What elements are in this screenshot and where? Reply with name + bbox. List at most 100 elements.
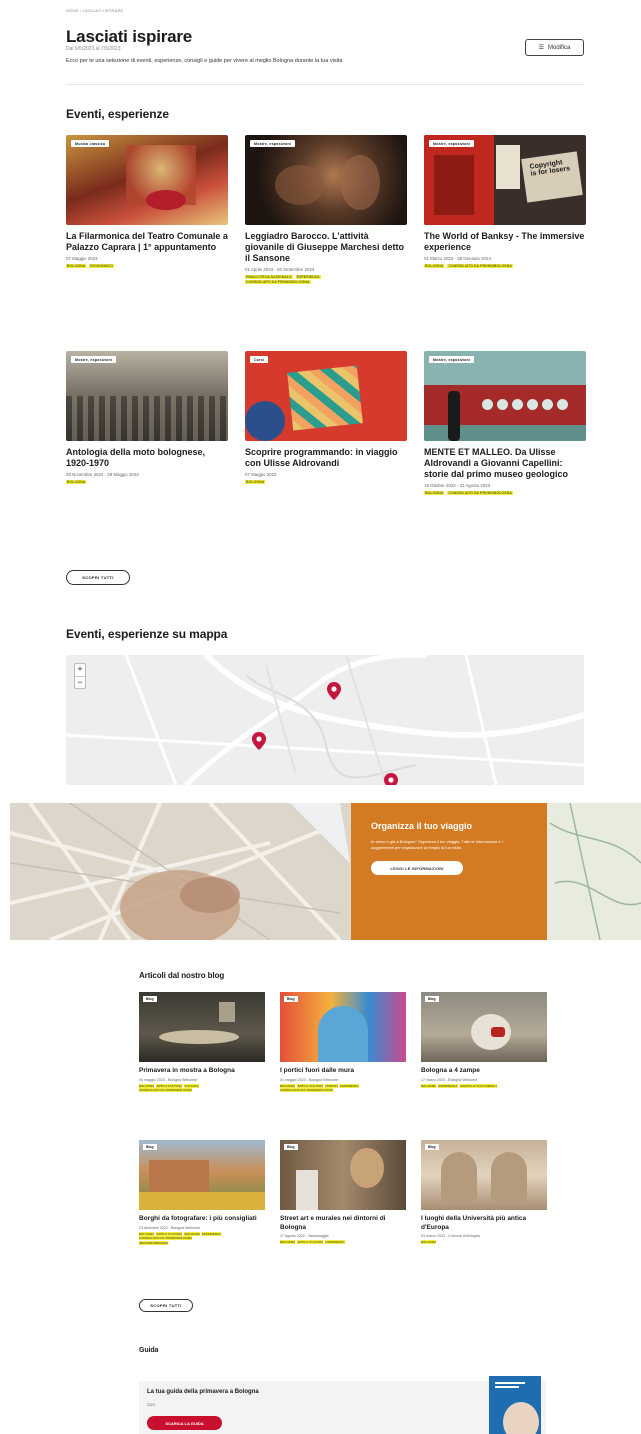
blog-badge: Blog: [425, 996, 439, 1002]
guide-box: La tua guida della primavera a Bologna 2…: [139, 1381, 546, 1434]
event-dates: 01 Marzo 2023 - 28 Gennaio 2024: [424, 256, 491, 261]
tag[interactable]: Bologna: [245, 480, 266, 484]
blog-card[interactable]: Blog I luoghi della Università più antic…: [421, 1140, 547, 1245]
tag[interactable]: Arte e cultura: [156, 1083, 183, 1088]
tag[interactable]: Bologna: [280, 1083, 296, 1088]
event-card[interactable]: Mostre, esposizioni MENTE ET MALLEO. Da …: [424, 351, 586, 496]
tag[interactable]: Consigliato da Promobologna: [447, 491, 513, 495]
event-title[interactable]: Leggiadro Barocco. L'attività giovanile …: [245, 231, 407, 264]
event-tags: Bologna Economico: [66, 264, 228, 269]
tag[interactable]: Esperienza: [201, 1231, 221, 1236]
intro-text: Ecco per te una selezione di eventi, esp…: [66, 58, 343, 64]
tag[interactable]: Economico: [89, 264, 114, 268]
event-title[interactable]: The World of Banksy - The immersive expe…: [424, 231, 586, 253]
blog-title[interactable]: Bologna a 4 zampe: [421, 1067, 547, 1076]
tag[interactable]: Cultura: [184, 1083, 199, 1088]
blog-dates: 04 maggio 2023 - Bologna Welcome: [280, 1077, 339, 1082]
tag[interactable]: Consigliato da Promobologna: [139, 1236, 193, 1241]
blog-title[interactable]: Borghi da fotografare: i più consigliati: [139, 1215, 265, 1224]
event-title[interactable]: La Filarmonica del Teatro Comunale a Pal…: [66, 231, 228, 253]
tag[interactable]: Arte e cultura: [156, 1231, 183, 1236]
event-image[interactable]: Mostre, esposizioni: [245, 135, 407, 225]
event-title[interactable]: MENTE ET MALLEO. Da Ulisse Aldrovandi a …: [424, 447, 586, 480]
blog-card[interactable]: Blog I portici fuori dalle mura 04 maggi…: [280, 992, 406, 1093]
tag[interactable]: Consigliato da Promobologna: [280, 1088, 334, 1093]
event-dates: 18 Ottobre 2022 - 31 Agosto 2023: [424, 483, 491, 488]
blog-badge: Blog: [425, 1144, 439, 1150]
map-pin-icon[interactable]: [384, 773, 398, 785]
date-range: Dal 6/5/2023 al 7/5/2023: [66, 46, 121, 52]
tag[interactable]: Esperienza: [325, 1240, 345, 1244]
blog-title[interactable]: I portici fuori dalle mura: [280, 1067, 406, 1076]
blog-image[interactable]: Blog: [139, 992, 265, 1062]
blog-card[interactable]: Blog Street art e murales nei dintorni d…: [280, 1140, 406, 1245]
blog-card[interactable]: Blog Bologna a 4 zampe 17 marzo 2023 - B…: [421, 992, 547, 1088]
blog-card[interactable]: Blog Borghi da fotografare: i più consig…: [139, 1140, 265, 1245]
event-card[interactable]: Musica classica La Filarmonica del Teatr…: [66, 135, 228, 269]
event-image[interactable]: Corsi: [245, 351, 407, 441]
see-all-blog-button[interactable]: Scopri tutti: [139, 1299, 193, 1312]
event-card[interactable]: Copyright is for losers Mostre, esposizio…: [424, 135, 586, 269]
tag[interactable]: Esperienza: [295, 275, 321, 279]
trip-info-button[interactable]: Leggi le informazioni: [371, 861, 463, 875]
blog-tags: Bologna Esperienza Adatto ai tuoi animali: [421, 1083, 547, 1089]
map-pin-icon[interactable]: [252, 732, 266, 750]
blog-section-title: Articoli dal nostro blog: [139, 971, 225, 980]
event-badge: Mostre, esposizioni: [250, 140, 296, 147]
tag[interactable]: Adatto ai tuoi animali: [459, 1083, 497, 1088]
blog-title[interactable]: Primavera in mostra a Bologna: [139, 1067, 265, 1076]
blog-image[interactable]: Blog: [280, 1140, 406, 1210]
tag[interactable]: Bologna: [421, 1083, 437, 1088]
event-tags: Pinacoteca nazionale Esperienza Consigliat…: [245, 275, 407, 285]
blog-image[interactable]: Blog: [421, 992, 547, 1062]
event-tags: Bologna Consigliato da Promobologna: [424, 491, 586, 496]
blog-image[interactable]: Blog: [421, 1140, 547, 1210]
event-card[interactable]: Mostre, esposizioni Leggiadro Barocco. L…: [245, 135, 407, 285]
blog-card[interactable]: Blog Primavera in mostra a Bologna 04 ma…: [139, 992, 265, 1093]
blog-tags: Bologna Arte e cultura Esperienza: [280, 1240, 406, 1245]
event-card[interactable]: Corsi Scoprire programmando: in viaggio …: [245, 351, 407, 485]
event-badge: Mostre, esposizioni: [71, 356, 117, 363]
event-image[interactable]: Musica classica: [66, 135, 228, 225]
see-all-events-button[interactable]: Scopri tutti: [66, 570, 130, 585]
tag[interactable]: Bologna: [424, 491, 445, 495]
blog-title[interactable]: Street art e murales nei dintorni di Bol…: [280, 1215, 406, 1232]
tag[interactable]: Bologna: [66, 480, 87, 484]
tag[interactable]: Bologna: [421, 1240, 437, 1244]
tag[interactable]: Portici: [325, 1083, 338, 1088]
tag[interactable]: Consigliato da Promobologna: [139, 1088, 193, 1093]
tag[interactable]: Esperienza: [438, 1083, 458, 1088]
blog-image[interactable]: Blog: [280, 992, 406, 1062]
events-map[interactable]: + −: [66, 655, 584, 785]
zoom-out-button[interactable]: −: [75, 676, 85, 688]
page-title: Lasciati ispirare: [66, 27, 193, 46]
filter-button[interactable]: ☰ Modifica: [525, 39, 584, 56]
event-card[interactable]: Mostre, esposizioni Antologia della moto…: [66, 351, 228, 485]
tag[interactable]: Bologna: [139, 1231, 155, 1236]
guide-cover-image[interactable]: [489, 1376, 541, 1434]
blog-title[interactable]: I luoghi della Università più antica d'E…: [421, 1215, 547, 1232]
page: Home / Lasciati ispirare Lasciati ispira…: [0, 0, 641, 1434]
tag[interactable]: Bologna: [66, 264, 87, 268]
tag[interactable]: Instagrammabile: [139, 1240, 169, 1245]
tag[interactable]: Arte e cultura: [297, 1240, 324, 1244]
map-pin-icon[interactable]: [327, 682, 341, 700]
event-image[interactable]: Mostre, esposizioni: [66, 351, 228, 441]
breadcrumb[interactable]: Home / Lasciati ispirare: [66, 8, 123, 13]
zoom-in-button[interactable]: +: [75, 664, 85, 676]
event-image[interactable]: Copyright is for losers Mostre, esposizio…: [424, 135, 586, 225]
tag[interactable]: Esperienza: [339, 1083, 359, 1088]
tag[interactable]: Bologna: [424, 264, 445, 268]
tag[interactable]: Bologna: [139, 1083, 155, 1088]
tag[interactable]: Bologna: [184, 1231, 200, 1236]
event-title[interactable]: Scoprire programmando: in viaggio con Ul…: [245, 447, 407, 469]
tag[interactable]: Consigliato da Promobologna: [447, 264, 513, 268]
tag[interactable]: Bologna: [280, 1240, 296, 1244]
event-title[interactable]: Antologia della moto bolognese, 1920-197…: [66, 447, 228, 469]
event-image[interactable]: Mostre, esposizioni: [424, 351, 586, 441]
blog-image[interactable]: Blog: [139, 1140, 265, 1210]
tag[interactable]: Pinacoteca nazionale: [245, 275, 293, 279]
tag[interactable]: Arte e cultura: [297, 1083, 324, 1088]
tag[interactable]: Consigliato da Promobologna: [245, 280, 311, 284]
download-guide-button[interactable]: Scarica la guida: [147, 1416, 222, 1430]
